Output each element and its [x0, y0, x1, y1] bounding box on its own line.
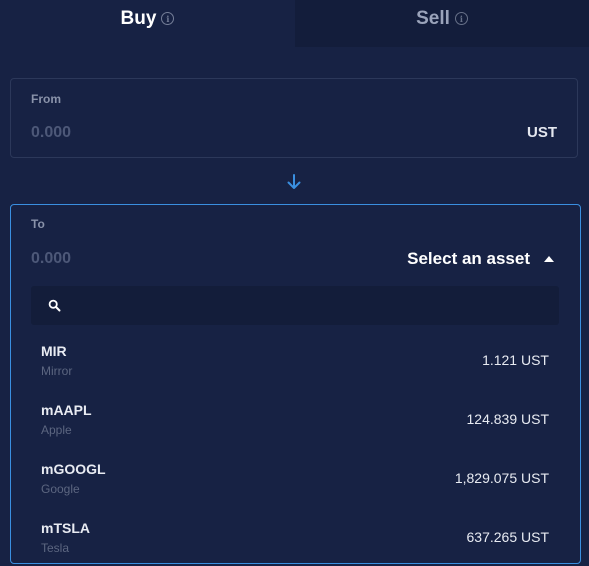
asset-name: Google: [41, 482, 80, 496]
asset-symbol: mAAPL: [41, 402, 92, 418]
select-asset-label: Select an asset: [407, 249, 530, 268]
tab-sell[interactable]: Sell i: [295, 0, 589, 47]
to-field: To 0.000 Select an asset MIR Mirror 1.12…: [10, 204, 581, 564]
from-unit: UST: [527, 124, 557, 141]
asset-row-mir[interactable]: MIR Mirror 1.121 UST: [11, 330, 580, 389]
tab-buy[interactable]: Buy i: [0, 0, 295, 47]
caret-up-icon: [544, 256, 554, 262]
asset-row-mgoogl[interactable]: mGOOGL Google 1,829.075 UST: [11, 448, 580, 507]
search-input[interactable]: [71, 286, 555, 327]
asset-name: Mirror: [41, 364, 73, 378]
asset-symbol: mGOOGL: [41, 461, 106, 477]
asset-price: 124.839 UST: [466, 411, 550, 427]
asset-name: Tesla: [41, 541, 70, 555]
tab-sell-label: Sell: [416, 7, 450, 29]
asset-symbol: mTSLA: [41, 520, 90, 536]
info-icon: i: [161, 12, 175, 25]
asset-row-maapl[interactable]: mAAPL Apple 124.839 UST: [11, 389, 580, 448]
asset-price: 1,829.075 UST: [454, 470, 549, 486]
arrow-down-icon: [287, 174, 301, 189]
from-field[interactable]: From 0.000 UST: [10, 78, 578, 158]
trade-tabs: Buy i Sell i: [0, 0, 589, 47]
to-amount-input[interactable]: 0.000: [31, 250, 71, 268]
info-icon: i: [454, 12, 468, 25]
to-label: To: [31, 217, 45, 231]
asset-list: MIR Mirror 1.121 UST mAAPL Apple 124.839…: [11, 330, 580, 566]
from-amount-input[interactable]: 0.000: [31, 124, 71, 142]
tab-buy-label: Buy: [120, 7, 157, 29]
asset-price: 637.265 UST: [466, 529, 550, 545]
search-icon: [48, 299, 61, 312]
asset-name: Apple: [41, 423, 72, 437]
from-label: From: [31, 92, 61, 106]
asset-price: 1.121 UST: [482, 352, 549, 368]
select-asset-button[interactable]: Select an asset: [407, 249, 554, 269]
asset-search[interactable]: [31, 286, 559, 327]
asset-symbol: MIR: [41, 343, 67, 359]
asset-row-mtsla[interactable]: mTSLA Tesla 637.265 UST: [11, 507, 580, 566]
